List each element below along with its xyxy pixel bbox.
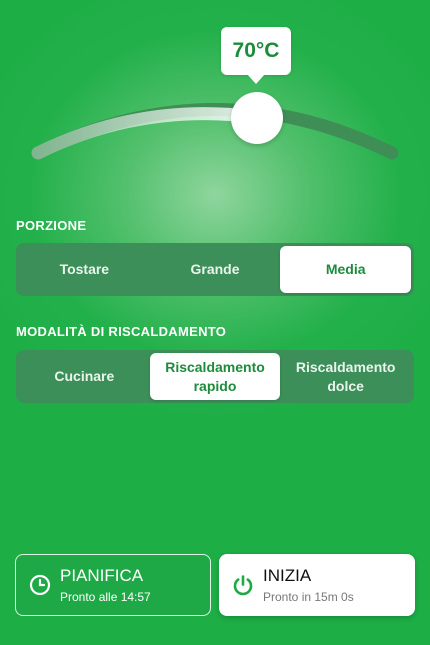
start-text: INIZIA Pronto in 15m 0s xyxy=(263,566,354,605)
portion-title: PORZIONE xyxy=(16,218,87,233)
heating-option-rapido[interactable]: Riscaldamento rapido xyxy=(149,353,281,400)
start-subtitle: Pronto in 15m 0s xyxy=(263,589,354,604)
heating-option-rapido-label: Riscaldamento rapido xyxy=(165,358,265,394)
schedule-text: PIANIFICA Pronto alle 14:57 xyxy=(60,566,151,605)
portion-option-media[interactable]: Media xyxy=(280,246,412,293)
heating-option-dolce-label: Riscaldamento dolce xyxy=(295,358,396,394)
start-title: INIZIA xyxy=(263,565,312,585)
temperature-track-fill xyxy=(31,107,263,160)
temperature-value-bubble: 70°C xyxy=(221,27,291,84)
power-icon xyxy=(233,575,253,596)
portion-option-grande[interactable]: Grande xyxy=(150,246,281,293)
portion-option-tostare[interactable]: Tostare xyxy=(19,246,150,293)
temperature-value: 70°C xyxy=(232,39,280,62)
heating-mode-title: MODALITÀ DI RISCALDAMENTO xyxy=(16,324,227,339)
schedule-button[interactable]: PIANIFICA Pronto alle 14:57 xyxy=(15,554,211,616)
clock-icon xyxy=(29,574,51,596)
heating-option-cucinare[interactable]: Cucinare xyxy=(19,353,150,400)
schedule-title: PIANIFICA xyxy=(60,565,144,585)
temperature-slider[interactable] xyxy=(0,0,430,220)
portion-selector: Tostare Grande Media xyxy=(16,243,414,296)
heating-screen: 70°C PORZIONE Tostare Grande Media MODAL… xyxy=(0,0,430,645)
heating-option-dolce[interactable]: Riscaldamento dolce xyxy=(280,353,411,400)
schedule-subtitle: Pronto alle 14:57 xyxy=(60,589,151,604)
heating-mode-selector: Cucinare Riscaldamento rapido Riscaldame… xyxy=(16,350,414,403)
temperature-slider-handle[interactable] xyxy=(231,92,283,144)
start-button[interactable]: INIZIA Pronto in 15m 0s xyxy=(219,554,415,616)
